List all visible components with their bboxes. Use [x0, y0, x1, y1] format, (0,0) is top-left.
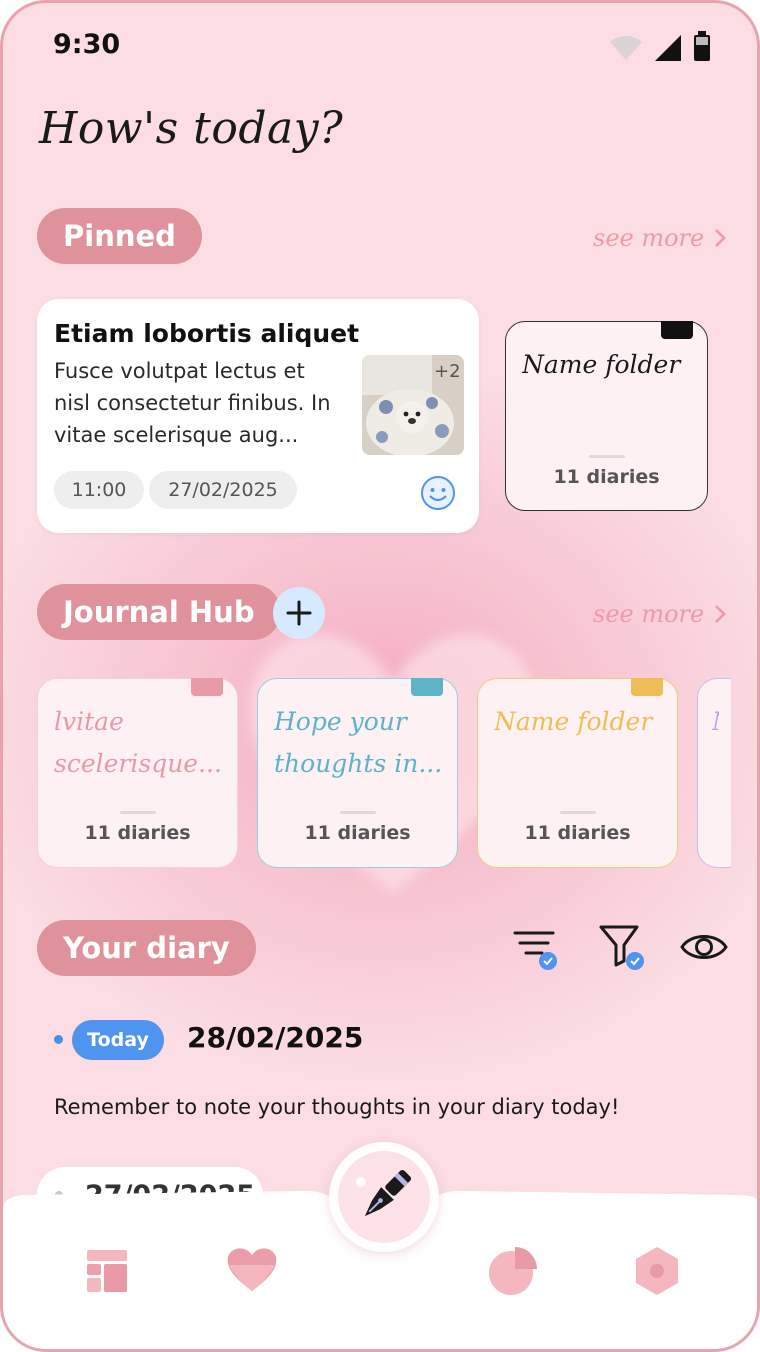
diary-toolbar: [511, 921, 729, 971]
folder-tab: [191, 678, 223, 696]
folder-title: lvitae scelerisque...: [54, 707, 222, 778]
folder-divider: [588, 455, 625, 458]
status-icons: [609, 31, 711, 61]
phone-screen: 9:30 How's today? Pinned see more Etiam …: [0, 0, 760, 1352]
settings-hexagon-icon: [636, 1247, 678, 1295]
chevron-right-icon: [715, 605, 727, 623]
nav-favorites[interactable]: [224, 1241, 280, 1297]
folder-divider: [559, 811, 596, 814]
folder-count: 11 diaries: [553, 466, 660, 488]
pinned-section-label: Pinned: [37, 208, 202, 264]
journal-hub-see-more-link[interactable]: see more: [593, 600, 727, 628]
nav-dashboard[interactable]: [79, 1243, 135, 1299]
pinned-folder-card[interactable]: Name folder 11 diaries: [505, 321, 708, 511]
pie-chart-icon: [489, 1247, 537, 1295]
folder-count: 11 diaries: [304, 822, 411, 844]
journal-folder-card[interactable]: Name folder 11 diaries: [477, 678, 678, 868]
folder-divider: [119, 811, 156, 814]
folder-divider: [339, 811, 376, 814]
status-time: 9:30: [53, 29, 121, 60]
chevron-right-icon: [715, 229, 727, 247]
folder-title: N: [712, 701, 719, 743]
wifi-icon: [610, 36, 642, 60]
see-more-label: see more: [593, 600, 705, 628]
write-pen-icon: [364, 1169, 412, 1217]
folder-title: Name folder: [494, 707, 653, 736]
note-title: Etiam lobortis aliquet: [54, 319, 360, 348]
diary-reminder-text: Remember to note your thoughts in your d…: [54, 1095, 620, 1119]
funnel-filter-button[interactable]: [597, 921, 647, 971]
dashboard-icon: [87, 1250, 127, 1292]
folder-title: Hope your thoughts in...: [274, 707, 443, 778]
pinned-note-card[interactable]: Etiam lobortis aliquet Fusce volutpat le…: [37, 299, 479, 533]
funnel-filter-icon: [599, 925, 644, 970]
your-diary-section-label: Your diary: [37, 920, 256, 976]
plus-icon: [286, 600, 312, 626]
journal-hub-section-label: Journal Hub: [37, 584, 281, 640]
note-date-chip: 27/02/2025: [149, 471, 297, 509]
folder-title: Name folder: [522, 350, 681, 379]
sort-filter-icon: [513, 931, 557, 970]
folder-count: 11 diaries: [524, 822, 631, 844]
write-diary-button[interactable]: [329, 1142, 439, 1252]
extra-images-count: +2: [434, 361, 461, 382]
today-indicator-dot: [54, 1035, 63, 1044]
see-more-label: see more: [593, 224, 705, 252]
battery-icon: [694, 31, 710, 61]
signal-icon: [655, 35, 681, 61]
visibility-toggle-button[interactable]: [679, 921, 729, 971]
heart-icon: [227, 1248, 277, 1291]
folder-count: 11 diaries: [84, 822, 191, 844]
nav-statistics[interactable]: [486, 1243, 542, 1299]
journal-folder-card[interactable]: Hope your thoughts in... 11 diaries: [257, 678, 458, 868]
note-time-chip: 11:00: [54, 471, 144, 509]
fab-highlight: [356, 1177, 366, 1187]
today-date: 28/02/2025: [187, 1021, 364, 1054]
journal-folder-card-partial[interactable]: N: [697, 678, 731, 868]
folder-tab: [411, 678, 443, 696]
add-folder-button[interactable]: [273, 587, 325, 639]
smile-icon: [421, 476, 455, 510]
journal-folder-card[interactable]: lvitae scelerisque... 11 diaries: [37, 678, 238, 868]
today-badge: Today: [72, 1020, 164, 1060]
eye-icon: [680, 935, 728, 959]
write-button-inner: [338, 1151, 430, 1243]
sort-filter-button[interactable]: [511, 921, 561, 971]
note-excerpt: Fusce volutpat lectus et nisl consectetu…: [54, 359, 331, 447]
pinned-see-more-link[interactable]: see more: [593, 224, 727, 252]
folder-tab: [631, 678, 663, 696]
nav-settings[interactable]: [629, 1243, 685, 1299]
page-title: How's today?: [39, 103, 344, 154]
folder-tab: [661, 321, 693, 339]
